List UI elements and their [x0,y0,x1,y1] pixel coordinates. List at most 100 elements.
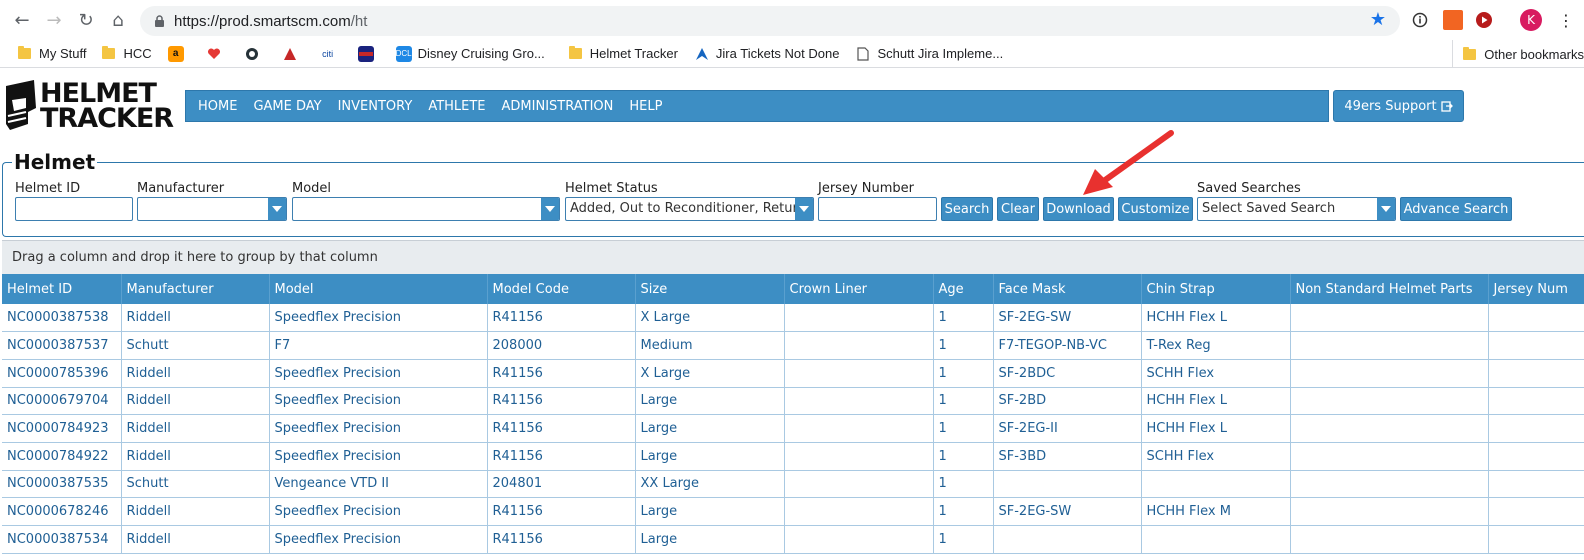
column-header-non-standard-parts[interactable]: Non Standard Helmet Parts [1290,274,1489,304]
face-mask-cell: SF-2BDC [993,359,1142,388]
age-cell: 1 [933,387,994,416]
column-header-crown-liner[interactable]: Crown Liner [784,274,934,304]
table-row[interactable]: NC0000784922 Riddell Speedflex Precision R4… [2,442,1584,471]
bookmark-flag[interactable] [350,40,388,68]
column-header-size[interactable]: Size [635,274,785,304]
helmet-id-cell[interactable]: NC0000387534 [2,525,122,554]
download-button[interactable]: Download [1043,197,1114,221]
customize-button[interactable]: Customize [1118,197,1193,221]
nav-home[interactable]: HOME [190,99,245,114]
helmet-id-cell[interactable]: NC0000784922 [2,442,122,471]
bookmark-jira-tickets[interactable]: Jira Tickets Not Done [686,40,848,68]
model-select[interactable] [292,197,560,221]
helmet-id-input[interactable] [15,197,133,221]
column-header-helmet-id[interactable]: Helmet ID [2,274,122,304]
jersey-number-input[interactable] [818,197,937,221]
back-arrow-icon[interactable]: ← [6,4,38,36]
bookmark-my-stuff[interactable]: My Stuff [10,40,94,68]
face-mask-cell: SF-2EG-II [993,414,1142,443]
age-cell: 1 [933,497,994,526]
helmet-id-cell[interactable]: NC0000784923 [2,414,122,443]
bookmark-disney[interactable]: DCL Disney Cruising Gro... [388,40,553,68]
model-label: Model [292,181,332,196]
table-row[interactable]: NC0000387537 Schutt F7 208000 Medium 1 F7-TEGO… [2,331,1584,360]
column-header-chin-strap[interactable]: Chin Strap [1141,274,1291,304]
advance-search-button[interactable]: Advance Search [1400,197,1512,221]
column-header-face-mask[interactable]: Face Mask [993,274,1142,304]
bookmark-amazon[interactable]: a [160,40,198,68]
search-button[interactable]: Search [941,197,993,221]
manufacturer-cell: Riddell [121,359,270,388]
model-cell: Speedflex Precision [269,359,488,388]
helmet-id-cell[interactable]: NC0000785396 [2,359,122,388]
saved-searches-select[interactable]: Select Saved Search [1197,197,1396,221]
extension-icon[interactable] [1443,10,1463,30]
chin-strap-cell: HCHH Flex L [1141,304,1291,333]
size-cell: X Large [635,359,785,388]
nav-inventory[interactable]: INVENTORY [330,99,421,114]
nav-athlete[interactable]: ATHLETE [420,99,493,114]
table-row[interactable]: NC0000784923 Riddell Speedflex Precision R4… [2,414,1584,443]
helmet-id-cell[interactable]: NC0000387537 [2,331,122,360]
home-icon[interactable]: ⌂ [102,4,134,36]
address-bar[interactable]: https://prod.smartscm.com/ht ★ [140,6,1400,36]
manufacturer-cell: Schutt [121,470,270,499]
disney-icon: DCL [395,45,412,62]
table-row[interactable]: NC0000387534 Riddell Speedflex Precision R4… [2,525,1584,554]
youtube-extension-icon[interactable] [1474,10,1494,30]
chin-strap-cell: SCHH Flex [1141,359,1291,388]
bookmark-delta[interactable] [274,40,312,68]
delta-icon [281,45,298,62]
model-cell: Speedflex Precision [269,304,488,333]
support-button[interactable]: 49ers Support [1333,90,1464,122]
column-header-age[interactable]: Age [933,274,994,304]
manufacturer-select[interactable] [137,197,287,221]
column-header-manufacturer[interactable]: Manufacturer [121,274,270,304]
model-cell: Speedflex Precision [269,387,488,416]
helmet-id-cell[interactable]: NC0000678246 [2,497,122,526]
bookmark-citi[interactable]: citi [312,40,350,68]
bookmark-schutt-jira[interactable]: Schutt Jira Impleme... [847,40,1011,68]
nav-help[interactable]: HELP [621,99,670,114]
browser-menu-icon[interactable]: ⋮ [1556,10,1576,30]
bookmark-shield[interactable] [236,40,274,68]
bookmark-hcc[interactable]: HCC [94,40,159,68]
face-mask-cell: SF-2EG-SW [993,304,1142,333]
info-icon[interactable] [1410,10,1430,30]
non-standard-parts-cell [1290,304,1489,333]
citi-icon: citi [319,45,336,62]
table-row[interactable]: NC0000387535 Schutt Vengeance VTD II 204801… [2,470,1584,499]
reload-icon[interactable]: ↻ [70,4,102,36]
column-header-model-code[interactable]: Model Code [487,274,636,304]
forward-arrow-icon[interactable]: → [38,4,70,36]
table-row[interactable]: NC0000387538 Riddell Speedflex Precision R4… [2,304,1584,333]
bookmark-star-icon[interactable]: ★ [1370,9,1386,30]
model-code-cell: R41156 [487,442,636,471]
column-header-jersey-number[interactable]: Jersey Num [1488,274,1584,304]
grid-body: NC0000387538 Riddell Speedflex Precision R4… [2,304,1584,554]
jersey-number-cell [1488,304,1584,333]
bookmark-helmet-tracker[interactable]: Helmet Tracker [561,40,686,68]
crown-liner-cell [784,470,934,499]
other-bookmarks[interactable]: Other bookmarks [1452,40,1584,68]
helmet-tracker-logo[interactable]: HELMET TRACKER [4,78,182,134]
table-row[interactable]: NC0000679704 Riddell Speedflex Precision R4… [2,387,1584,416]
helmet-status-select[interactable]: Added, Out to Reconditioner, Return [565,197,814,221]
table-row[interactable]: NC0000678246 Riddell Speedflex Precision R4… [2,497,1584,526]
helmet-id-cell[interactable]: NC0000387535 [2,470,122,499]
bookmark-heart[interactable] [198,40,236,68]
manufacturer-cell: Riddell [121,497,270,526]
manufacturer-cell: Riddell [121,442,270,471]
table-row[interactable]: NC0000785396 Riddell Speedflex Precision R4… [2,359,1584,388]
group-by-panel[interactable]: Drag a column and drop it here to group … [2,240,1584,274]
clear-button[interactable]: Clear [997,197,1039,221]
bookmark-label: Schutt Jira Impleme... [877,46,1004,61]
profile-avatar[interactable]: K [1520,9,1542,31]
face-mask-cell: SF-2BD [993,387,1142,416]
column-header-model[interactable]: Model [269,274,488,304]
model-cell: Speedflex Precision [269,414,488,443]
nav-administration[interactable]: ADMINISTRATION [494,99,622,114]
helmet-id-cell[interactable]: NC0000679704 [2,387,122,416]
helmet-id-cell[interactable]: NC0000387538 [2,304,122,333]
nav-game-day[interactable]: GAME DAY [245,99,329,114]
